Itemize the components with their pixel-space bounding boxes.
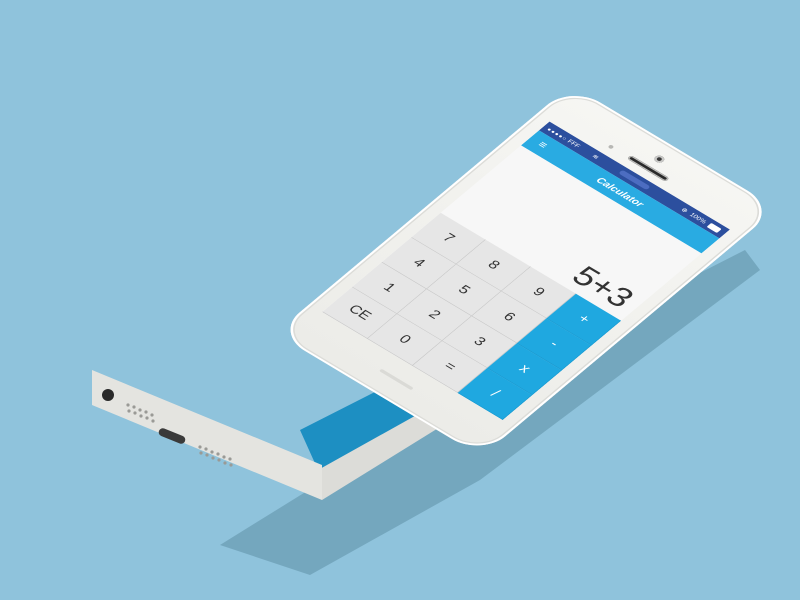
key-label: = <box>440 359 460 374</box>
key-label: 0 <box>395 332 415 347</box>
headphone-jack <box>102 389 114 401</box>
key-label: 9 <box>529 284 549 300</box>
key-label: 8 <box>484 257 504 273</box>
key-label: / <box>487 387 503 400</box>
key-label: + <box>574 311 594 327</box>
key-label: 2 <box>425 307 444 322</box>
scene: ●●●●○ FFF ≋ ⊕ 100% ≡ Calculator 5+3 7 8 9 +… <box>0 0 800 600</box>
key-label: 6 <box>499 309 519 324</box>
key-label: 5 <box>454 282 474 297</box>
key-label: - <box>546 337 563 350</box>
key-label: 4 <box>409 255 429 270</box>
key-label: 7 <box>439 230 458 246</box>
key-label: 3 <box>470 334 490 349</box>
key-label: x <box>515 361 534 376</box>
key-label: CE <box>345 302 375 323</box>
phone-bottom-edge <box>92 370 322 500</box>
key-label: 1 <box>379 280 399 295</box>
